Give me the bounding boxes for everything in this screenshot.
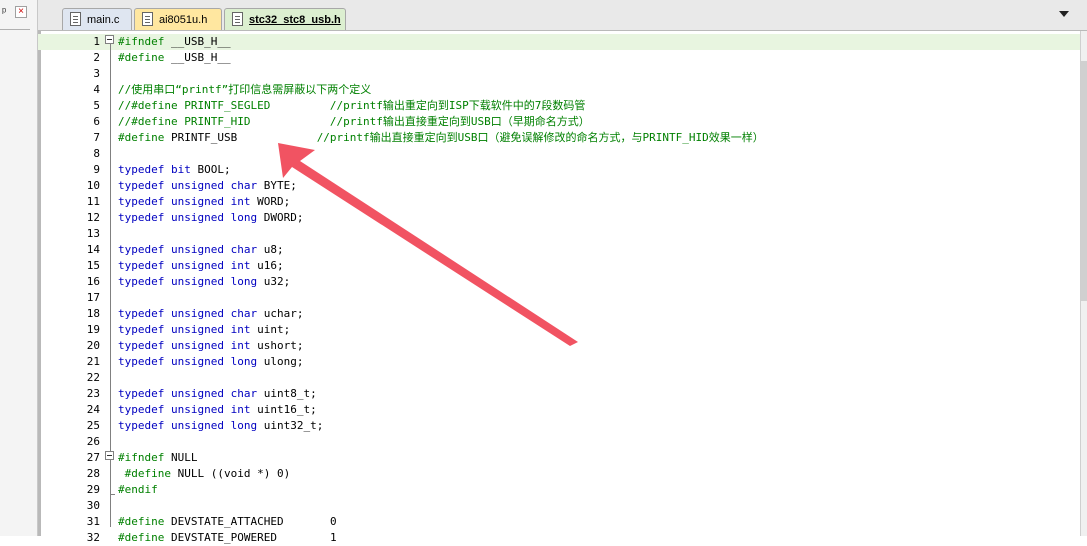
annotation-arrow-icon [278, 143, 578, 346]
